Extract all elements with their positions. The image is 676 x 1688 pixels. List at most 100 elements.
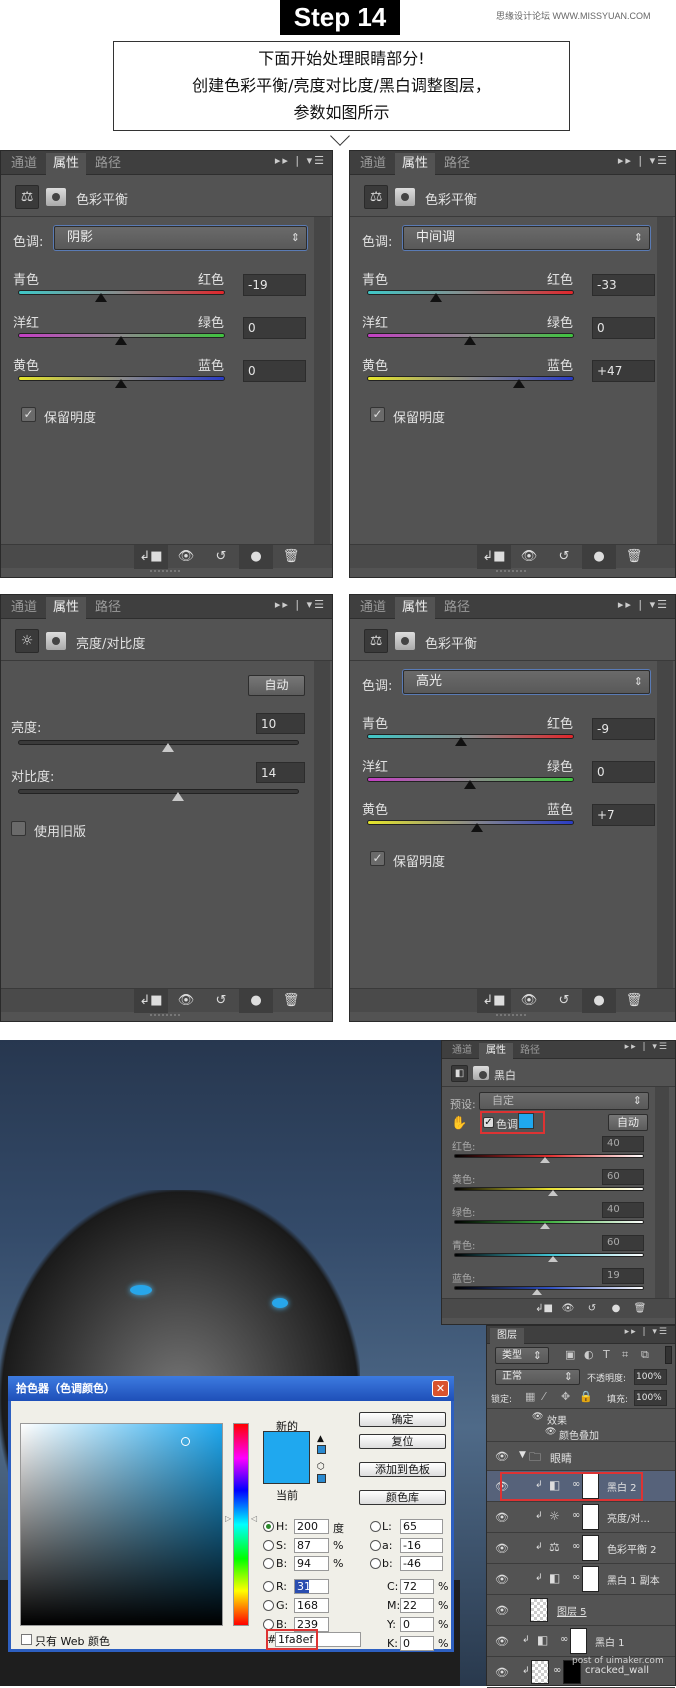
preset-dropdown[interactable]: 自定 bbox=[479, 1092, 649, 1110]
panel-scrollbar[interactable] bbox=[657, 661, 673, 991]
slider-0-thumb[interactable] bbox=[429, 293, 442, 302]
tab-paths[interactable]: 路径 bbox=[88, 153, 128, 175]
legacy-checkbox[interactable] bbox=[11, 821, 26, 836]
panel-menu-icon[interactable]: ▸▸ | ▾☰ bbox=[275, 154, 326, 167]
panel-resize-grip[interactable] bbox=[496, 1014, 527, 1020]
filter-kind-dropdown[interactable]: 类型 bbox=[495, 1347, 549, 1364]
tab-channels[interactable]: 通道 bbox=[445, 1043, 479, 1059]
blend-mode-dropdown[interactable]: 正常 bbox=[495, 1369, 580, 1385]
slider-1-value-input[interactable]: 0 bbox=[592, 317, 655, 339]
layer-row[interactable]: 👁 ↲ ☼ ∞ 亮度/对... bbox=[487, 1502, 675, 1533]
panel-scrollbar[interactable] bbox=[655, 1087, 669, 1309]
slider-1-value-input[interactable]: 0 bbox=[243, 317, 306, 339]
slider-2-thumb[interactable] bbox=[471, 823, 484, 832]
tab-paths[interactable]: 路径 bbox=[513, 1043, 547, 1059]
targeted-adjust-hand-icon[interactable]: ✋ bbox=[451, 1116, 467, 1131]
clip-to-layer-icon[interactable]: ↲■ bbox=[134, 989, 168, 1013]
effect-visibility-icon[interactable]: 👁 bbox=[545, 1427, 556, 1437]
tone-dropdown[interactable]: 中间调 bbox=[403, 226, 650, 250]
tab-properties[interactable]: 属性 bbox=[479, 1043, 513, 1059]
slider-1-value-input[interactable]: 0 bbox=[592, 761, 655, 783]
panel-resize-grip[interactable] bbox=[149, 1014, 180, 1020]
smart-object-filter-icon[interactable]: ⧉ bbox=[641, 1348, 649, 1362]
layer-row[interactable]: 👁 图层 5 bbox=[487, 1595, 675, 1626]
cmyk-input-1[interactable]: 22 bbox=[400, 1598, 434, 1613]
tab-channels[interactable]: 通道 bbox=[353, 153, 393, 175]
rgb-radio-1[interactable] bbox=[263, 1600, 274, 1611]
reset-icon[interactable]: ↺ bbox=[580, 1299, 604, 1319]
tab-channels[interactable]: 通道 bbox=[4, 597, 44, 619]
layer-mask-icon[interactable] bbox=[473, 1066, 489, 1080]
visibility-icon[interactable]: ● bbox=[239, 545, 273, 569]
color-libraries-button[interactable]: 颜色库 bbox=[359, 1490, 446, 1505]
layer-row[interactable]: 👁 ↲ ◧ ∞ 黑白 1 bbox=[487, 1626, 675, 1657]
slider-2-thumb[interactable] bbox=[512, 379, 525, 388]
fill-input[interactable]: 100% bbox=[634, 1390, 667, 1406]
eye-icon[interactable]: 👁 bbox=[495, 1542, 509, 1555]
reset-icon[interactable]: ↺ bbox=[204, 545, 238, 569]
layer-name[interactable]: 色彩平衡 2 bbox=[607, 1541, 657, 1556]
layer-row[interactable]: 👁 ↲ ◧ ∞ 黑白 1 副本 bbox=[487, 1564, 675, 1595]
slider-3-value-input[interactable]: 60 bbox=[602, 1235, 644, 1251]
layer-row[interactable]: 👁 ↲ ◧ ∞ 黑白 2 bbox=[487, 1471, 675, 1502]
eye-icon[interactable]: 👁 bbox=[495, 1604, 509, 1617]
slider-1-value-input[interactable]: 60 bbox=[602, 1169, 644, 1185]
hue-slider-arrow-left[interactable]: ▷ bbox=[225, 1514, 231, 1523]
rgb-input-1[interactable]: 168 bbox=[294, 1598, 329, 1613]
slider-1-thumb[interactable] bbox=[172, 792, 185, 801]
lock-position-icon[interactable]: ✥ bbox=[561, 1390, 570, 1403]
visibility-icon[interactable]: ● bbox=[604, 1299, 628, 1319]
slider-4-track[interactable] bbox=[454, 1286, 644, 1290]
lab-radio-1[interactable] bbox=[370, 1540, 381, 1551]
cmyk-input-3[interactable]: 0 bbox=[400, 1636, 434, 1651]
preserve-luminosity-checkbox[interactable]: ✓ bbox=[370, 851, 385, 866]
rgb-input-0[interactable]: 31 bbox=[294, 1579, 329, 1594]
slider-0-thumb[interactable] bbox=[161, 743, 174, 752]
hue-slider[interactable] bbox=[233, 1423, 249, 1626]
delete-icon[interactable]: 🗑 bbox=[617, 989, 651, 1013]
slider-1-thumb[interactable] bbox=[547, 1190, 558, 1196]
web-safe-swatch[interactable] bbox=[317, 1474, 326, 1483]
slider-2-thumb[interactable] bbox=[115, 379, 127, 388]
slider-4-thumb[interactable] bbox=[532, 1289, 543, 1295]
tab-properties[interactable]: 属性 bbox=[46, 597, 87, 619]
tab-properties[interactable]: 属性 bbox=[395, 597, 436, 619]
slider-0-value-input[interactable]: -9 bbox=[592, 718, 655, 740]
layer-name[interactable]: 图层 5 bbox=[557, 1603, 587, 1618]
slider-1-thumb[interactable] bbox=[464, 336, 476, 345]
layer-mask-icon[interactable] bbox=[46, 632, 66, 650]
layer-row[interactable]: 👁 ↲ ⚖ ∞ 色彩平衡 2 bbox=[487, 1533, 675, 1564]
type-filter-icon[interactable]: T bbox=[603, 1348, 610, 1361]
view-previous-icon[interactable]: 👁 bbox=[512, 545, 546, 569]
layer-group-row[interactable]: 👁 ▼ 🗀 眼睛 bbox=[487, 1441, 675, 1471]
effects-visibility-icon[interactable]: 👁 bbox=[532, 1412, 543, 1422]
close-button[interactable]: ✕ bbox=[432, 1380, 449, 1397]
web-only-checkbox[interactable] bbox=[21, 1634, 32, 1645]
cmyk-input-2[interactable]: 0 bbox=[400, 1617, 434, 1632]
lock-all-icon[interactable]: 🔒 bbox=[579, 1390, 593, 1403]
panel-menu-icon[interactable]: ▸▸ | ▾☰ bbox=[625, 1042, 669, 1052]
ok-button[interactable]: 确定 bbox=[359, 1412, 446, 1427]
slider-0-thumb[interactable] bbox=[95, 293, 108, 302]
lab-radio-2[interactable] bbox=[370, 1558, 381, 1569]
slider-0-track[interactable] bbox=[367, 290, 574, 295]
slider-0-value-input[interactable]: 40 bbox=[602, 1136, 644, 1152]
reset-icon[interactable]: ↺ bbox=[547, 989, 581, 1013]
tab-paths[interactable]: 路径 bbox=[437, 153, 477, 175]
reset-button[interactable]: 复位 bbox=[359, 1434, 446, 1449]
reset-icon[interactable]: ↺ bbox=[204, 989, 238, 1013]
tone-dropdown[interactable]: 高光 bbox=[403, 670, 650, 694]
tab-layers[interactable]: 图层 bbox=[490, 1328, 524, 1344]
lock-transparent-icon[interactable]: ▦ bbox=[525, 1390, 535, 1403]
visibility-icon[interactable]: ● bbox=[582, 989, 616, 1013]
web-safe-warning-icon[interactable]: ⬡ bbox=[317, 1462, 325, 1472]
auto-button[interactable]: 自动 bbox=[608, 1114, 648, 1131]
hsb-input-2[interactable]: 94 bbox=[294, 1556, 329, 1571]
auto-button[interactable]: 自动 bbox=[248, 675, 305, 696]
eye-icon[interactable]: 👁 bbox=[495, 1666, 509, 1679]
delete-icon[interactable]: 🗑 bbox=[274, 989, 308, 1013]
slider-2-track[interactable] bbox=[367, 376, 574, 381]
panel-menu-icon[interactable]: ▸▸ | ▾☰ bbox=[275, 598, 326, 611]
clip-to-layer-icon[interactable]: ↲■ bbox=[477, 545, 511, 569]
hue-slider-arrow-right[interactable]: ◁ bbox=[251, 1514, 257, 1523]
